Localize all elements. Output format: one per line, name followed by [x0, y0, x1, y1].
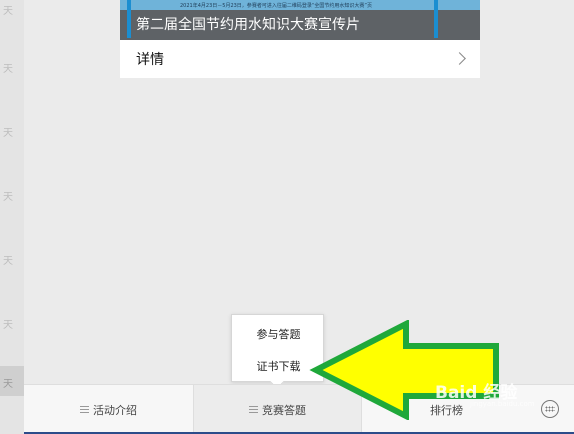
banner-top-band: 2021年4月23日－5月23日，参赛者可进入往届二维码登录“全国节约用水知识大…: [120, 0, 480, 10]
menu-icon: [80, 406, 89, 413]
sidebar-char: 天: [3, 64, 13, 75]
watermark-subtext: jingyan.baidu.com: [470, 400, 535, 408]
tab-label: 竞赛答题: [262, 403, 306, 417]
keyboard-icon[interactable]: [541, 400, 559, 418]
tab-label: 活动介绍: [93, 403, 137, 417]
tab-activity-intro[interactable]: 活动介绍: [24, 385, 193, 434]
menu-icon: [249, 406, 258, 413]
sidebar-char: 天: [3, 128, 13, 139]
chevron-right-icon: [453, 52, 466, 65]
detail-row[interactable]: 详情: [120, 40, 480, 78]
detail-label: 详情: [136, 52, 164, 68]
banner-accent-left: [127, 0, 131, 38]
banner-accent-right: [434, 0, 438, 38]
banner-notice-text: 2021年4月23日－5月23日，参赛者可进入往届二维码登录“全国节约用水知识大…: [180, 3, 372, 9]
sidebar-char: 天: [3, 320, 13, 331]
sidebar-char: 天: [3, 6, 13, 17]
sidebar-char-selected[interactable]: 天: [0, 366, 24, 396]
sidebar-char: 天: [3, 256, 13, 267]
video-banner[interactable]: 2021年4月23日－5月23日，参赛者可进入往届二维码登录“全国节约用水知识大…: [120, 0, 480, 40]
sidebar-char: 天: [3, 192, 13, 203]
banner-title: 第二届全国节约用水知识大赛宣传片: [136, 17, 360, 33]
left-sidebar-strip: 天 天 天 天 天 天 天: [0, 0, 24, 434]
